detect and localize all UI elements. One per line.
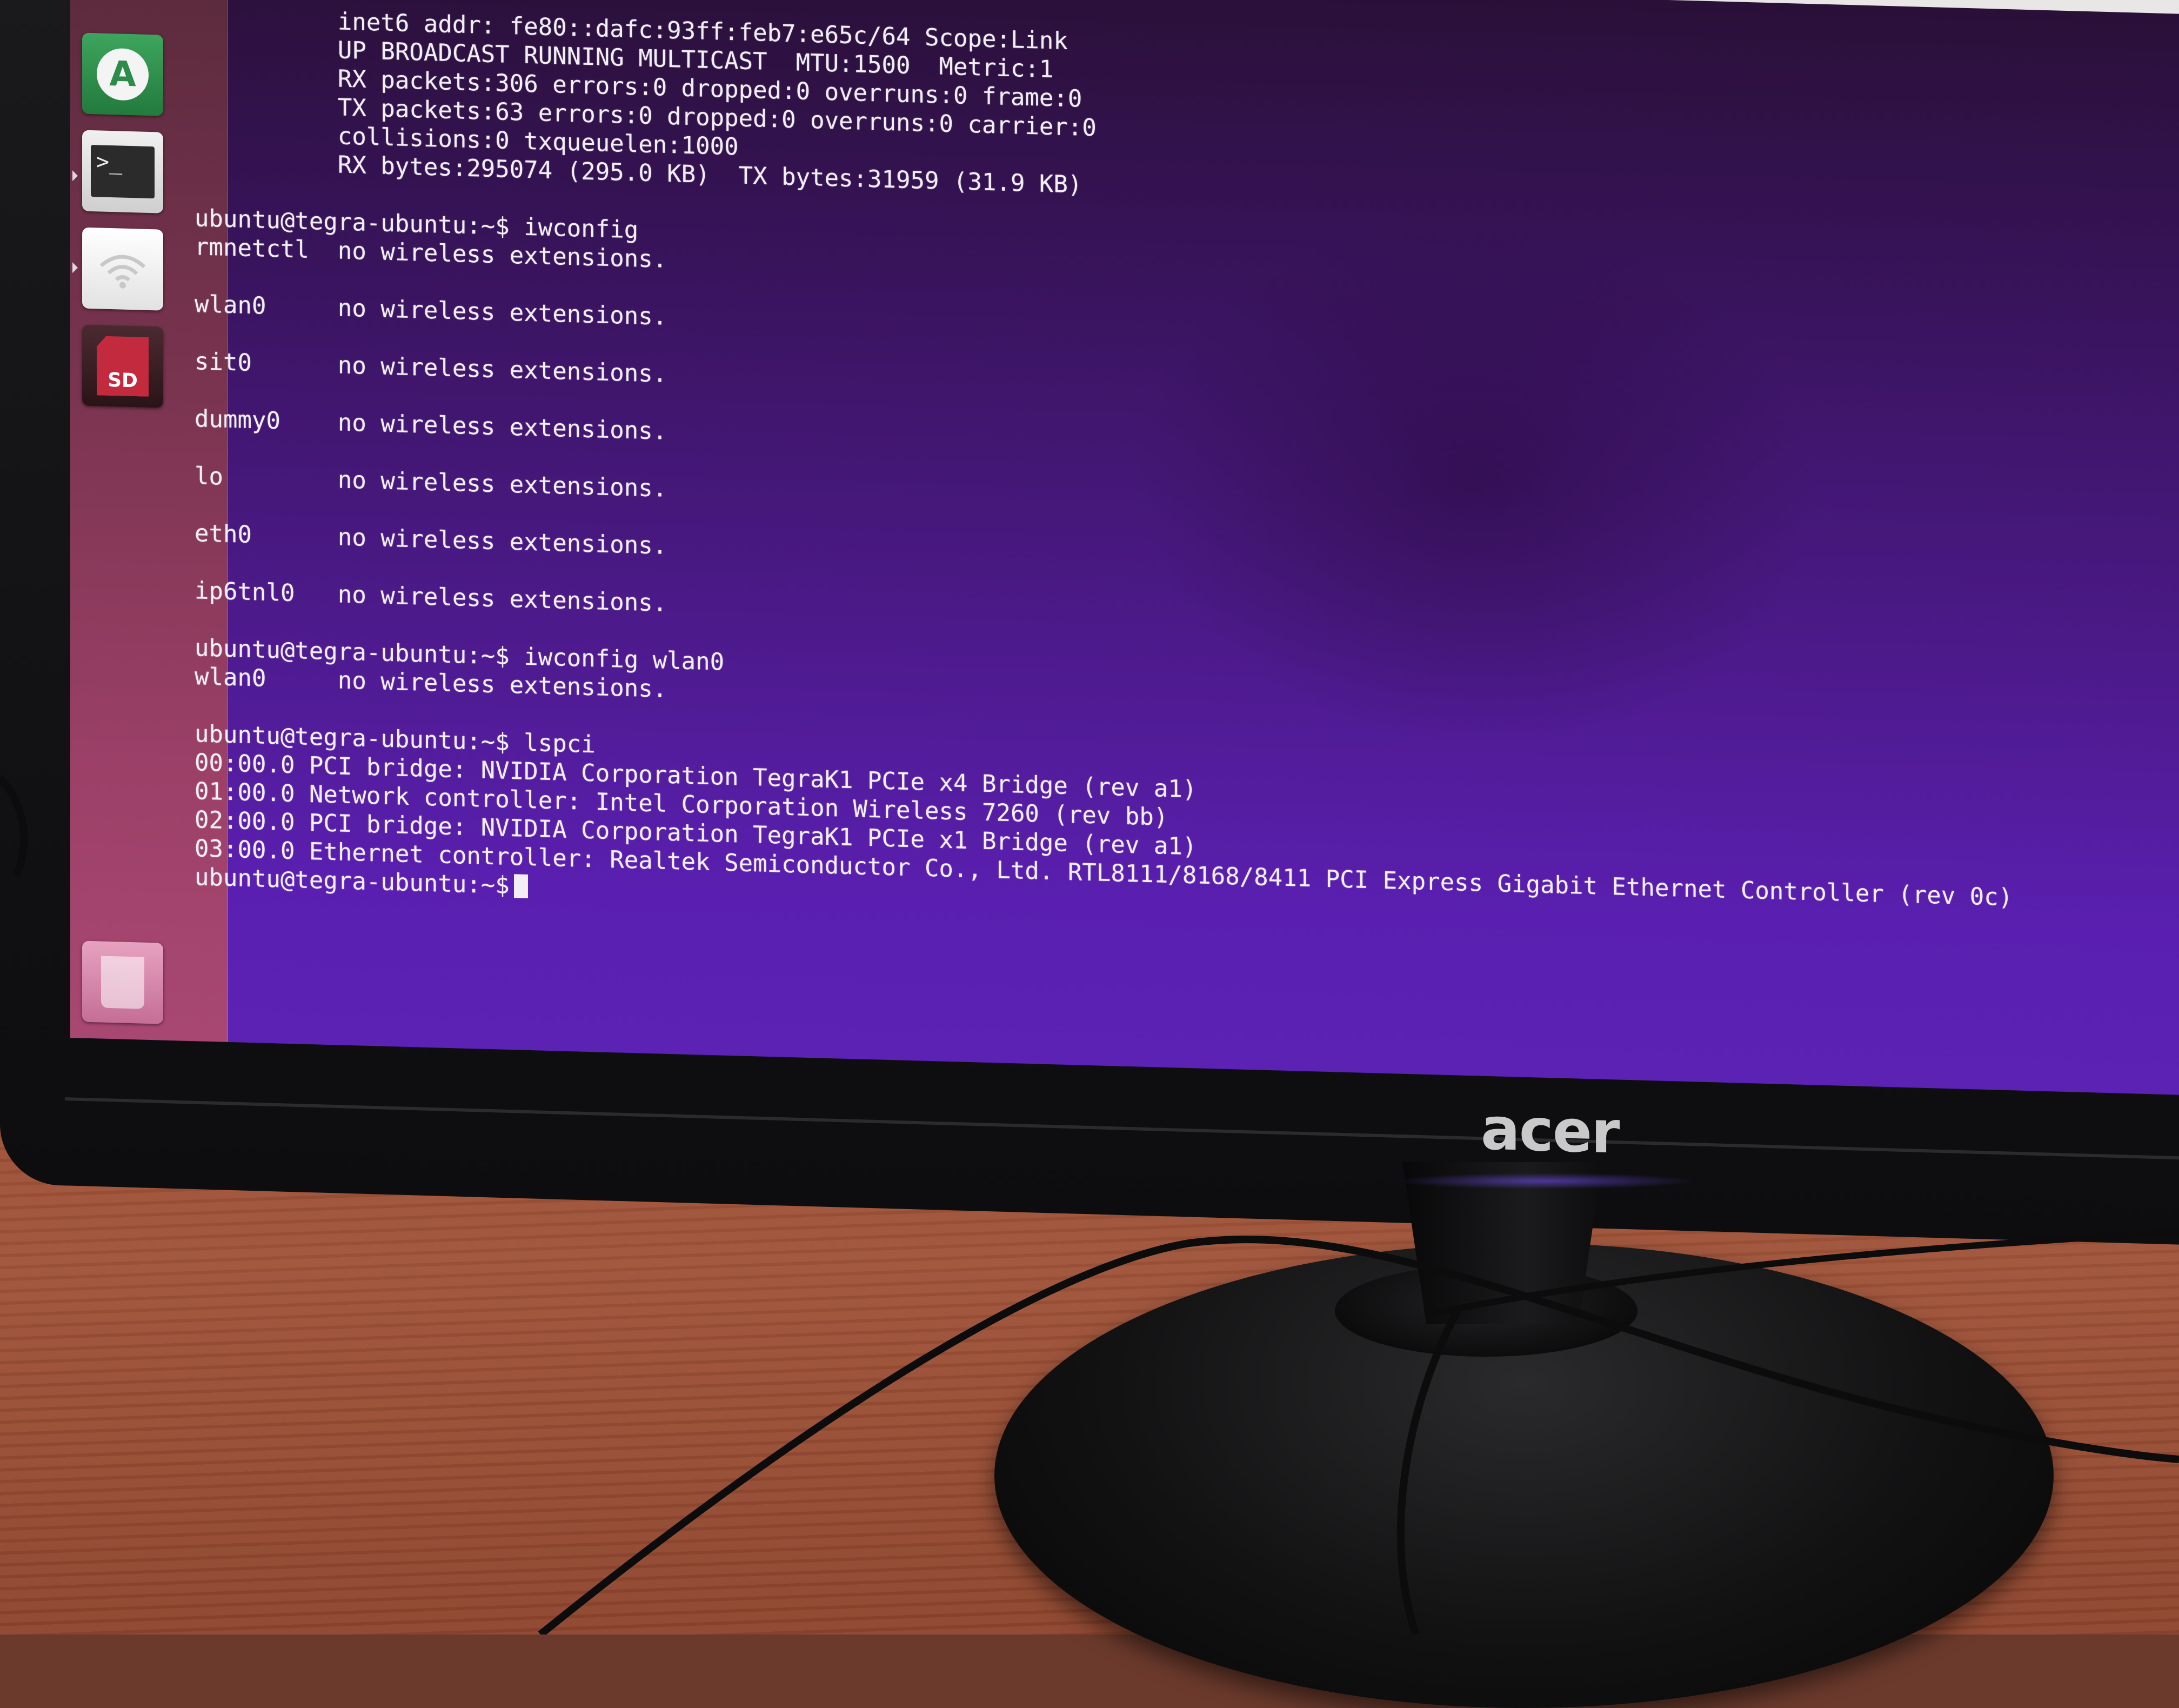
cable bbox=[538, 1236, 2179, 1634]
cables bbox=[0, 776, 2179, 1634]
cable bbox=[0, 776, 28, 877]
cable bbox=[1396, 1306, 1463, 1634]
